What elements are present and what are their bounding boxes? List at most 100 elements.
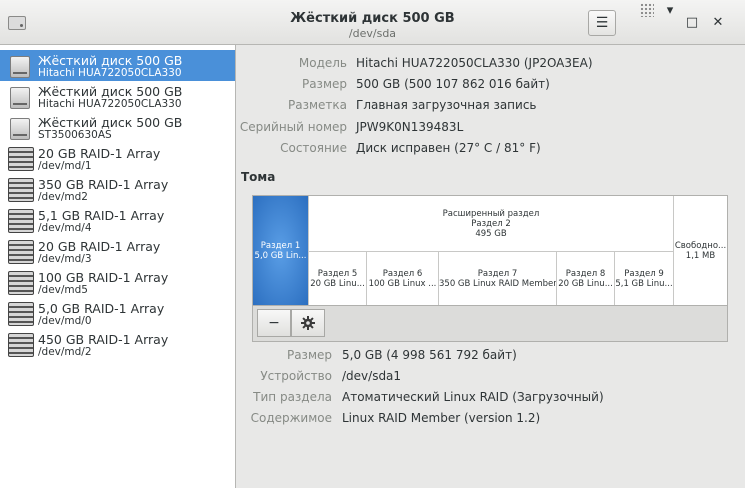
partition-type-label: Тип раздела xyxy=(253,390,332,404)
volume-toolbar: − xyxy=(252,306,728,342)
sidebar-item-title: 20 GB RAID-1 Array xyxy=(38,239,161,254)
assessment-label: Состояние xyxy=(280,141,347,155)
contents-value: Linux RAID Member (version 1.2) xyxy=(342,411,541,425)
partition-9-block[interactable]: Раздел 9 5,1 GB Linu... xyxy=(614,251,673,305)
partition-desc: 350 GB Linux RAID Member xyxy=(439,279,556,289)
device-value: /dev/sda1 xyxy=(342,369,402,383)
sidebar-item-subtitle: ST3500630AS xyxy=(38,129,112,141)
sidebar-item-subtitle: /dev/md5 xyxy=(38,284,88,296)
partition-name: Раздел 8 xyxy=(565,269,606,279)
minimize-icon: ▾ xyxy=(666,3,674,18)
size-value: 500 GB (500 107 862 016 байт) xyxy=(356,77,550,91)
maximize-icon: □ xyxy=(685,15,699,30)
sidebar-item-subtitle: Hitachi HUA722050CLA330 xyxy=(38,67,182,79)
raid-array-icon xyxy=(8,178,34,202)
raid-array-icon xyxy=(8,240,34,264)
size-label: Размер xyxy=(301,77,347,91)
volumes-heading: Тома xyxy=(241,170,276,184)
drag-handle-icon xyxy=(640,3,654,17)
raid-array-icon xyxy=(8,209,34,233)
partition-6-block[interactable]: Раздел 6 100 GB Linux ... xyxy=(366,251,438,305)
model-value: Hitachi HUA722050CLA330 (JP2OA3EA) xyxy=(356,56,593,70)
sidebar-item-subtitle: /dev/md/2 xyxy=(38,346,92,358)
sidebar-item-subtitle: /dev/md/0 xyxy=(38,315,92,327)
partition-name: Раздел 7 xyxy=(477,269,518,279)
raid-array-icon xyxy=(8,271,34,295)
partition-1-block[interactable]: Раздел 1 5,0 GB Lin... xyxy=(253,196,308,305)
extended-sub: Раздел 2 xyxy=(471,219,511,229)
volumes-map: Раздел 1 5,0 GB Lin... Расширенный разде… xyxy=(252,195,728,306)
device-sidebar: Жёсткий диск 500 GB Hitachi HUA722050CLA… xyxy=(0,45,236,488)
partition-desc: 5,0 GB Lin... xyxy=(254,251,307,261)
sidebar-item-md5[interactable]: 100 GB RAID-1 Array /dev/md5 xyxy=(0,267,235,298)
model-label: Модель xyxy=(298,56,347,70)
free-name: Свободно... xyxy=(674,241,727,251)
partition-type-value: Атоматический Linux RAID (Загрузочный) xyxy=(342,390,604,404)
sidebar-item-title: 350 GB RAID-1 Array xyxy=(38,177,169,192)
partition-name: Раздел 9 xyxy=(624,269,664,279)
partition-5-block[interactable]: Раздел 5 20 GB Linu... xyxy=(308,251,366,305)
sidebar-item-md3[interactable]: 20 GB RAID-1 Array /dev/md/3 xyxy=(0,236,235,267)
sidebar-item-title: Жёсткий диск 500 GB xyxy=(38,53,183,68)
sidebar-item-subtitle: /dev/md2 xyxy=(38,191,88,203)
partition-size-label: Размер xyxy=(286,348,332,362)
hard-disk-icon xyxy=(10,56,30,78)
sidebar-item-md2-450[interactable]: 450 GB RAID-1 Array /dev/md/2 xyxy=(0,329,235,360)
partitioning-label: Разметка xyxy=(288,98,347,112)
sidebar-item-subtitle: Hitachi HUA722050CLA330 xyxy=(38,98,182,110)
sidebar-item-md2[interactable]: 350 GB RAID-1 Array /dev/md2 xyxy=(0,174,235,205)
menu-button[interactable]: ☰ xyxy=(588,10,616,36)
serial-label: Серийный номер xyxy=(239,120,347,134)
raid-array-icon xyxy=(8,147,34,171)
extended-partition-block[interactable]: Расширенный раздел Раздел 2 495 GB xyxy=(308,196,673,251)
extended-name: Расширенный раздел xyxy=(442,209,540,219)
sidebar-item-sdb[interactable]: Жёсткий диск 500 GB Hitachi HUA722050CLA… xyxy=(0,81,235,112)
sidebar-item-sda[interactable]: Жёсткий диск 500 GB Hitachi HUA722050CLA… xyxy=(0,50,235,81)
close-button[interactable]: ✕ xyxy=(707,14,729,32)
hamburger-menu-icon: ☰ xyxy=(595,15,609,31)
device-label: Устройство xyxy=(260,369,332,383)
assessment-value: Диск исправен (27° C / 81° F) xyxy=(356,141,541,155)
serial-value: JPW9K0N139483L xyxy=(356,120,464,134)
sidebar-item-title: 20 GB RAID-1 Array xyxy=(38,146,161,161)
partition-7-block[interactable]: Раздел 7 350 GB Linux RAID Member xyxy=(438,251,556,305)
sidebar-item-subtitle: /dev/md/3 xyxy=(38,253,92,265)
free-size: 1,1 MB xyxy=(685,251,716,261)
partition-settings-button[interactable] xyxy=(291,309,325,337)
partition-name: Раздел 1 xyxy=(260,241,301,251)
sidebar-item-title: 5,1 GB RAID-1 Array xyxy=(38,208,165,223)
contents-label: Содержимое xyxy=(250,411,332,425)
partition-desc: 5,1 GB Linu... xyxy=(615,279,673,289)
sidebar-item-title: 5,0 GB RAID-1 Array xyxy=(38,301,165,316)
partitioning-value: Главная загрузочная запись xyxy=(356,98,537,112)
header-bar: Жёсткий диск 500 GB /dev/sda ☰ ▾ □ ✕ xyxy=(0,0,745,45)
extended-size: 495 GB xyxy=(475,229,507,239)
close-icon: ✕ xyxy=(712,15,724,30)
sidebar-item-md0[interactable]: 5,0 GB RAID-1 Array /dev/md/0 xyxy=(0,298,235,329)
window-title: Жёсткий диск 500 GB xyxy=(290,11,455,26)
partition-desc: 20 GB Linu... xyxy=(310,279,365,289)
minimize-button[interactable]: ▾ xyxy=(659,2,681,20)
sidebar-item-md4[interactable]: 5,1 GB RAID-1 Array /dev/md/4 xyxy=(0,205,235,236)
sidebar-item-md1[interactable]: 20 GB RAID-1 Array /dev/md/1 xyxy=(0,143,235,174)
sidebar-item-sdc[interactable]: Жёсткий диск 500 GB ST3500630AS xyxy=(0,112,235,143)
maximize-button[interactable]: □ xyxy=(681,14,703,32)
sidebar-item-title: 450 GB RAID-1 Array xyxy=(38,332,169,347)
sidebar-item-title: Жёсткий диск 500 GB xyxy=(38,84,183,99)
hard-disk-icon xyxy=(10,118,30,140)
gear-icon xyxy=(301,316,315,330)
partition-8-block[interactable]: Раздел 8 20 GB Linu... xyxy=(556,251,614,305)
partition-name: Раздел 6 xyxy=(382,269,423,279)
free-space-block[interactable]: Свободно... 1,1 MB xyxy=(673,196,727,305)
sidebar-item-subtitle: /dev/md/4 xyxy=(38,222,92,234)
raid-array-icon xyxy=(8,302,34,326)
sidebar-item-title: 100 GB RAID-1 Array xyxy=(38,270,169,285)
partition-name: Раздел 5 xyxy=(317,269,358,279)
partition-desc: 100 GB Linux ... xyxy=(368,279,437,289)
raid-array-icon xyxy=(8,333,34,357)
delete-partition-button[interactable]: − xyxy=(257,309,291,337)
window-subtitle: /dev/sda xyxy=(348,27,397,40)
sidebar-item-title: Жёсткий диск 500 GB xyxy=(38,115,183,130)
partition-desc: 20 GB Linu... xyxy=(558,279,613,289)
sidebar-item-subtitle: /dev/md/1 xyxy=(38,160,92,172)
